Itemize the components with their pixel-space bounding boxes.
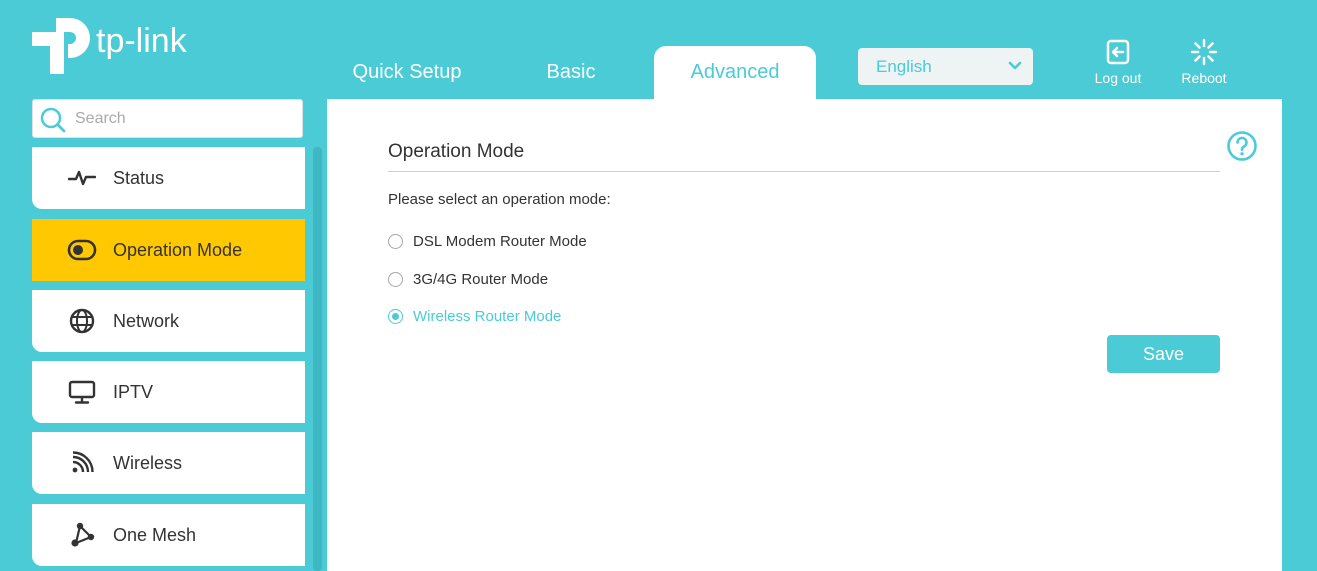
option-wireless-router[interactable]: Wireless Router Mode	[388, 308, 561, 325]
mesh-icon	[67, 520, 97, 550]
logo-text: tp-link	[96, 21, 187, 60]
sidebar-item-iptv[interactable]: IPTV	[32, 361, 305, 423]
option-dsl-modem-router[interactable]: DSL Modem Router Mode	[388, 233, 587, 250]
logout-button[interactable]: Log out	[1083, 38, 1153, 86]
wifi-icon	[67, 448, 97, 478]
search-input[interactable]	[75, 107, 295, 131]
logout-label: Log out	[1094, 70, 1142, 86]
search-icon	[40, 107, 66, 133]
option-3g4g-router[interactable]: 3G/4G Router Mode	[388, 271, 548, 288]
tab-advanced[interactable]: Advanced	[654, 46, 816, 100]
toggle-icon	[67, 235, 97, 265]
tab-quick-setup[interactable]: Quick Setup	[340, 46, 474, 100]
tp-link-logo: tp-link	[32, 14, 187, 76]
sidebar-item-label: One Mesh	[113, 524, 197, 545]
chevron-down-icon	[1008, 61, 1022, 70]
radio-button-selected[interactable]	[388, 309, 403, 324]
globe-icon	[67, 306, 97, 336]
sidebar-item-label: Status	[113, 167, 165, 188]
sidebar-scrollbar[interactable]	[313, 147, 322, 571]
sidebar-item-label: Operation Mode	[113, 239, 243, 260]
page-title: Operation Mode	[388, 141, 525, 162]
radio-button[interactable]	[388, 272, 403, 287]
monitor-icon	[67, 377, 97, 407]
sidebar-item-wireless[interactable]: Wireless	[32, 432, 305, 494]
pulse-icon	[67, 163, 97, 193]
reboot-button[interactable]: Reboot	[1169, 38, 1239, 86]
language-selected-value: English	[876, 57, 932, 76]
sidebar-item-operation-mode[interactable]: Operation Mode	[32, 219, 305, 281]
radio-button[interactable]	[388, 234, 403, 249]
sidebar-item-network[interactable]: Network	[32, 290, 305, 352]
option-label: DSL Modem Router Mode	[413, 233, 587, 250]
save-button[interactable]: Save	[1107, 335, 1220, 373]
tp-link-logo-icon	[32, 18, 90, 74]
title-divider	[388, 171, 1220, 172]
reboot-icon	[1190, 38, 1218, 66]
option-label: Wireless Router Mode	[413, 308, 562, 325]
mode-prompt: Please select an operation mode:	[388, 191, 611, 208]
tab-basic[interactable]: Basic	[515, 46, 627, 100]
language-select[interactable]: English	[858, 48, 1033, 85]
sidebar-item-label: Network	[113, 310, 180, 331]
option-label: 3G/4G Router Mode	[413, 271, 549, 288]
sidebar-item-one-mesh[interactable]: One Mesh	[32, 504, 305, 566]
search-box[interactable]	[32, 99, 303, 138]
reboot-label: Reboot	[1181, 70, 1227, 86]
sidebar-item-label: Wireless	[113, 452, 183, 473]
help-icon[interactable]	[1226, 130, 1258, 162]
sidebar-item-status[interactable]: Status	[32, 147, 305, 209]
sidebar-item-label: IPTV	[113, 381, 154, 402]
logout-icon	[1106, 39, 1130, 65]
